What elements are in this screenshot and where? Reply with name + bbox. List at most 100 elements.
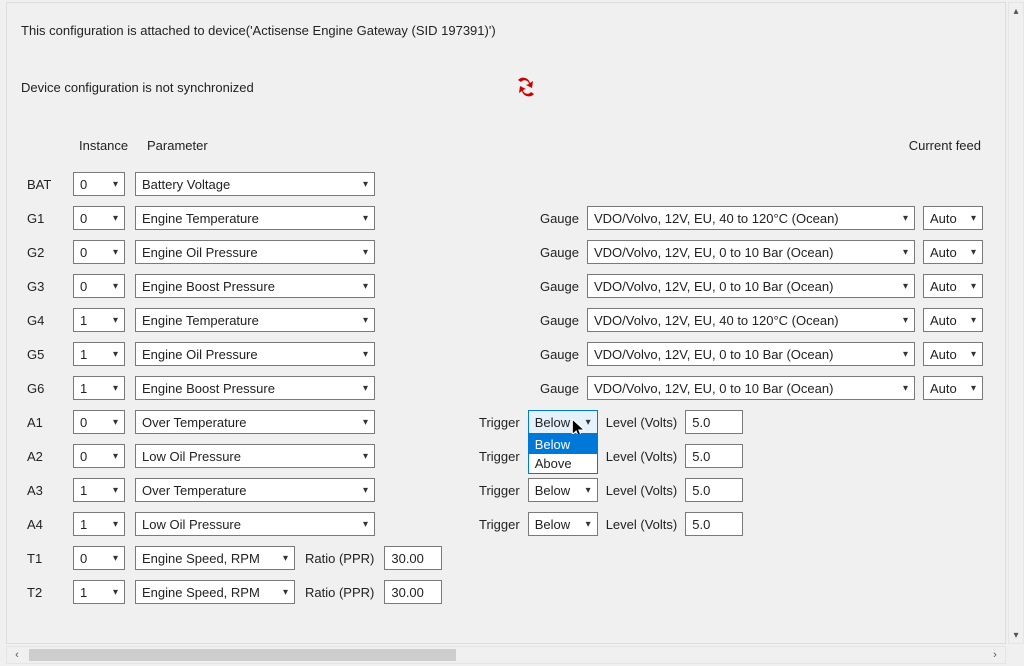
gauge-select[interactable]: VDO/Volvo, 12V, EU, 0 to 10 Bar (Ocean)▾	[587, 274, 915, 298]
instance-select[interactable]: 0▾	[73, 444, 125, 468]
instance-select[interactable]: 1▾	[73, 342, 125, 366]
row-t1: T1 0▾ Engine Speed, RPM▾ Ratio (PPR) 30.…	[21, 541, 991, 575]
parameter-select[interactable]: Low Oil Pressure▾	[135, 512, 375, 536]
row-label: G6	[21, 381, 63, 396]
row-label: A1	[21, 415, 63, 430]
trigger-select[interactable]: Below▾ Below Above	[528, 410, 598, 434]
gauge-select[interactable]: VDO/Volvo, 12V, EU, 40 to 120°C (Ocean)▾	[587, 308, 915, 332]
trigger-option-above[interactable]: Above	[529, 454, 597, 473]
row-label: A2	[21, 449, 63, 464]
trigger-select[interactable]: Below▾	[528, 512, 598, 536]
gauge-label: Gauge	[540, 245, 579, 260]
chevron-down-icon: ▾	[586, 519, 591, 530]
chevron-down-icon: ▾	[283, 587, 288, 598]
trigger-label: Trigger	[479, 449, 520, 464]
scroll-right-icon[interactable]: ›	[985, 647, 1005, 663]
parameter-select[interactable]: Engine Oil Pressure▾	[135, 342, 375, 366]
instance-select[interactable]: 0▾	[73, 410, 125, 434]
gauge-select[interactable]: VDO/Volvo, 12V, EU, 0 to 10 Bar (Ocean)▾	[587, 342, 915, 366]
gauge-select[interactable]: VDO/Volvo, 12V, EU, 0 to 10 Bar (Ocean)▾	[587, 376, 915, 400]
horizontal-scrollbar[interactable]: ‹ ›	[6, 646, 1006, 664]
chevron-down-icon: ▾	[903, 383, 908, 394]
parameter-select[interactable]: Engine Speed, RPM▾	[135, 546, 295, 570]
level-volts-input[interactable]: 5.0	[685, 410, 743, 434]
row-label: T1	[21, 551, 63, 566]
chevron-down-icon: ▾	[363, 315, 368, 326]
trigger-option-below[interactable]: Below	[529, 435, 597, 454]
parameter-select[interactable]: Low Oil Pressure▾	[135, 444, 375, 468]
instance-select[interactable]: 0▾	[73, 206, 125, 230]
trigger-label: Trigger	[479, 483, 520, 498]
scroll-up-icon[interactable]: ▴	[1009, 3, 1023, 19]
chevron-down-icon: ▾	[903, 315, 908, 326]
chevron-down-icon: ▾	[971, 349, 976, 360]
row-g6: G6 1▾ Engine Boost Pressure▾ Gauge VDO/V…	[21, 371, 991, 405]
chevron-down-icon: ▾	[113, 519, 118, 530]
instance-select[interactable]: 0▾	[73, 546, 125, 570]
chevron-down-icon: ▾	[363, 247, 368, 258]
gauge-label: Gauge	[540, 211, 579, 226]
level-volts-input[interactable]: 5.0	[685, 512, 743, 536]
instance-select[interactable]: 1▾	[73, 478, 125, 502]
chevron-down-icon: ▾	[971, 383, 976, 394]
chevron-down-icon: ▾	[971, 247, 976, 258]
ratio-ppr-label: Ratio (PPR)	[305, 551, 374, 566]
gauge-select[interactable]: VDO/Volvo, 12V, EU, 0 to 10 Bar (Ocean)▾	[587, 240, 915, 264]
current-feed-select[interactable]: Auto▾	[923, 274, 983, 298]
row-g1: G1 0▾ Engine Temperature▾ Gauge VDO/Volv…	[21, 201, 991, 235]
chevron-down-icon: ▾	[113, 281, 118, 292]
chevron-down-icon: ▾	[971, 213, 976, 224]
parameter-select[interactable]: Battery Voltage▾	[135, 172, 375, 196]
trigger-select[interactable]: Below▾	[528, 478, 598, 502]
parameter-select[interactable]: Engine Oil Pressure▾	[135, 240, 375, 264]
row-label: A4	[21, 517, 63, 532]
current-feed-select[interactable]: Auto▾	[923, 342, 983, 366]
gauge-select[interactable]: VDO/Volvo, 12V, EU, 40 to 120°C (Ocean)▾	[587, 206, 915, 230]
parameter-select[interactable]: Engine Boost Pressure▾	[135, 376, 375, 400]
parameter-select[interactable]: Engine Boost Pressure▾	[135, 274, 375, 298]
instance-select[interactable]: 1▾	[73, 376, 125, 400]
level-volts-label: Level (Volts)	[606, 517, 678, 532]
vertical-scrollbar[interactable]: ▴ ▾	[1008, 2, 1024, 644]
instance-select[interactable]: 1▾	[73, 308, 125, 332]
level-volts-input[interactable]: 5.0	[685, 444, 743, 468]
level-volts-label: Level (Volts)	[606, 415, 678, 430]
chevron-down-icon: ▾	[903, 213, 908, 224]
trigger-label: Trigger	[479, 517, 520, 532]
row-label: G2	[21, 245, 63, 260]
parameter-select[interactable]: Engine Speed, RPM▾	[135, 580, 295, 604]
parameter-select[interactable]: Engine Temperature▾	[135, 308, 375, 332]
chevron-down-icon: ▾	[971, 281, 976, 292]
scroll-thumb[interactable]	[29, 649, 456, 661]
instance-select[interactable]: 1▾	[73, 580, 125, 604]
row-g4: G4 1▾ Engine Temperature▾ Gauge VDO/Volv…	[21, 303, 991, 337]
current-feed-select[interactable]: Auto▾	[923, 308, 983, 332]
chevron-down-icon: ▾	[113, 315, 118, 326]
parameter-select[interactable]: Over Temperature▾	[135, 478, 375, 502]
row-g5: G5 1▾ Engine Oil Pressure▾ Gauge VDO/Vol…	[21, 337, 991, 371]
scroll-left-icon[interactable]: ‹	[7, 647, 27, 663]
row-label: G5	[21, 347, 63, 362]
row-label: G4	[21, 313, 63, 328]
ratio-ppr-input[interactable]: 30.00	[384, 580, 442, 604]
current-feed-select[interactable]: Auto▾	[923, 206, 983, 230]
instance-select[interactable]: 0▾	[73, 240, 125, 264]
parameter-select[interactable]: Engine Temperature▾	[135, 206, 375, 230]
row-bat: BAT 0▾ Battery Voltage▾	[21, 167, 991, 201]
row-label: G1	[21, 211, 63, 226]
parameter-select[interactable]: Over Temperature▾	[135, 410, 375, 434]
ratio-ppr-input[interactable]: 30.00	[384, 546, 442, 570]
chevron-down-icon: ▾	[903, 349, 908, 360]
current-feed-select[interactable]: Auto▾	[923, 240, 983, 264]
current-feed-select[interactable]: Auto▾	[923, 376, 983, 400]
sync-status-text: Device configuration is not synchronized	[21, 80, 254, 95]
instance-select[interactable]: 0▾	[73, 274, 125, 298]
chevron-down-icon: ▾	[363, 213, 368, 224]
instance-select[interactable]: 0▾	[73, 172, 125, 196]
level-volts-input[interactable]: 5.0	[685, 478, 743, 502]
scroll-down-icon[interactable]: ▾	[1009, 627, 1023, 643]
chevron-down-icon: ▾	[363, 281, 368, 292]
header-current-feed: Current feed	[909, 138, 981, 153]
chevron-down-icon: ▾	[586, 417, 591, 428]
instance-select[interactable]: 1▾	[73, 512, 125, 536]
